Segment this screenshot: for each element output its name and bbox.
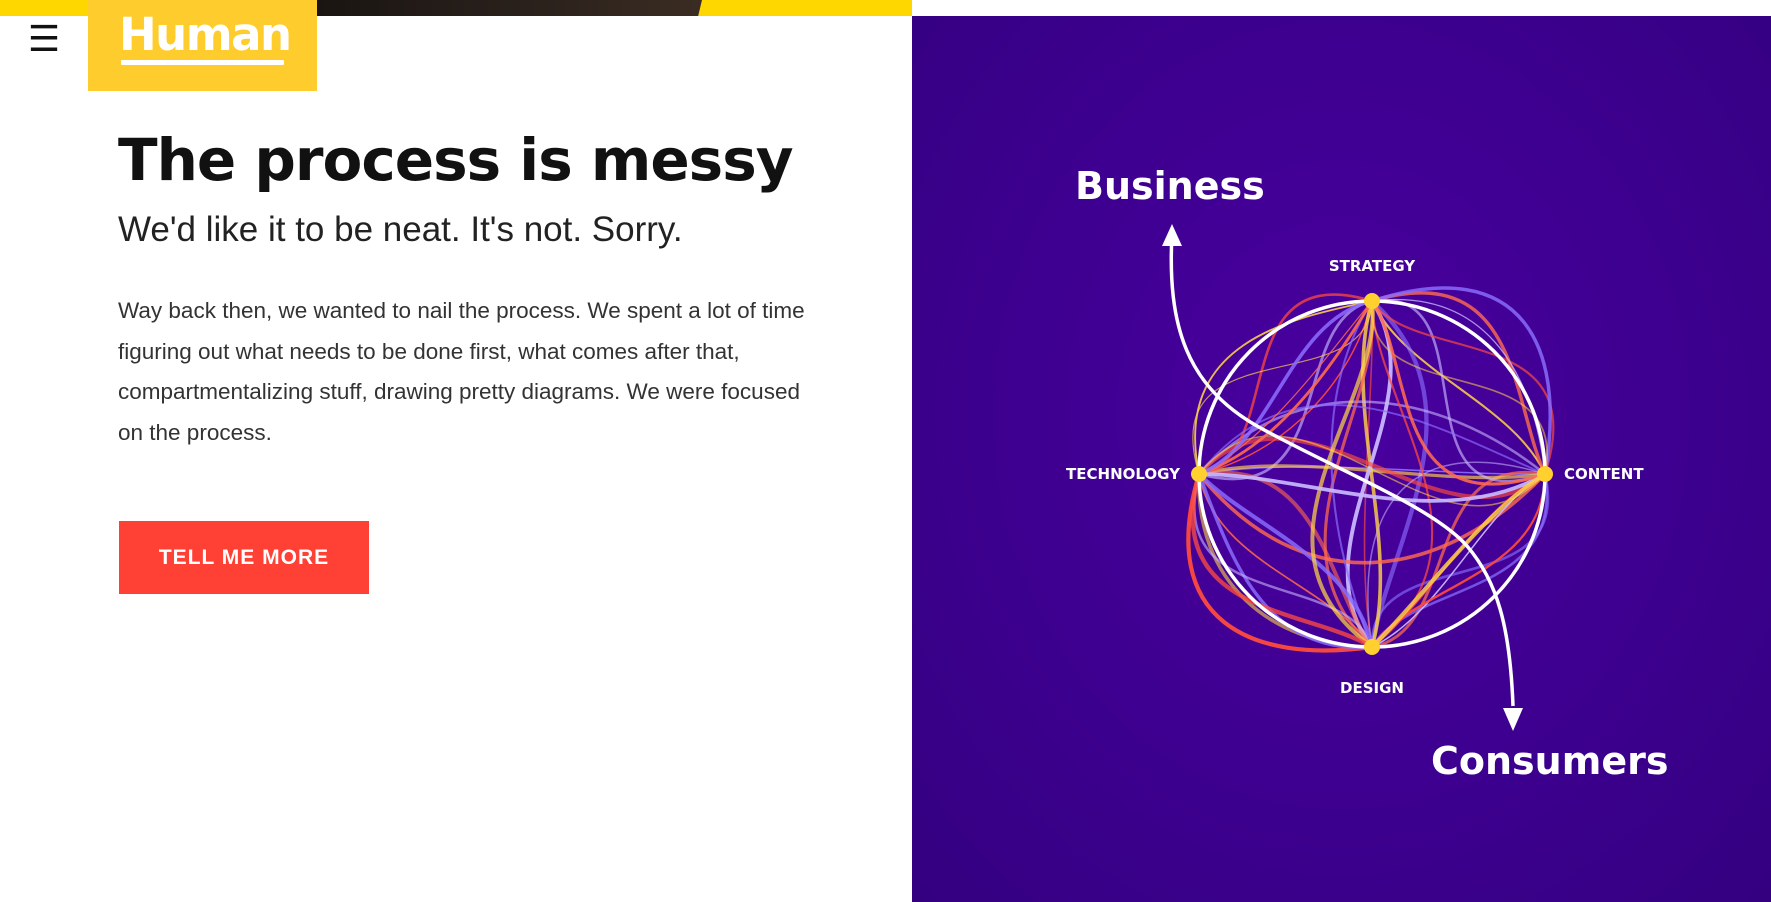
intro-paragraph: Way back then, we wanted to nail the pro… [118, 298, 805, 445]
content-node [1537, 466, 1553, 482]
process-diagram-panel: Business Consumers STRATEGY DESIGN TECHN… [912, 16, 1771, 902]
design-label: DESIGN [1340, 679, 1404, 697]
thread-line [1198, 300, 1374, 476]
arrow-down-icon [1503, 708, 1523, 731]
logo-underline [121, 60, 284, 65]
tell-me-more-button[interactable]: TELL ME MORE [119, 521, 369, 594]
top-photo-strip [317, 0, 702, 16]
page-subtitle: We'd like it to be neat. It's not. Sorry… [118, 210, 683, 249]
strategy-node [1364, 293, 1380, 309]
design-node [1364, 639, 1380, 655]
thread-line [1198, 299, 1373, 476]
technology-label: TECHNOLOGY [1066, 465, 1181, 483]
page-title: The process is messy [118, 126, 794, 194]
content-label: CONTENT [1564, 465, 1644, 483]
hamburger-menu-icon[interactable]: ☰ [26, 18, 62, 62]
process-diagram: Business Consumers STRATEGY DESIGN TECHN… [1066, 164, 1668, 783]
arrow-up-icon [1162, 224, 1182, 246]
thread-line [1198, 300, 1373, 475]
tangled-threads [1186, 286, 1555, 653]
consumers-label: Consumers [1431, 739, 1668, 783]
human-logo[interactable]: Human [88, 0, 317, 91]
technology-node [1191, 466, 1207, 482]
business-label: Business [1075, 164, 1265, 208]
strategy-label: STRATEGY [1329, 257, 1416, 275]
thread-line [1198, 300, 1373, 475]
logo-text: Human [119, 8, 292, 61]
